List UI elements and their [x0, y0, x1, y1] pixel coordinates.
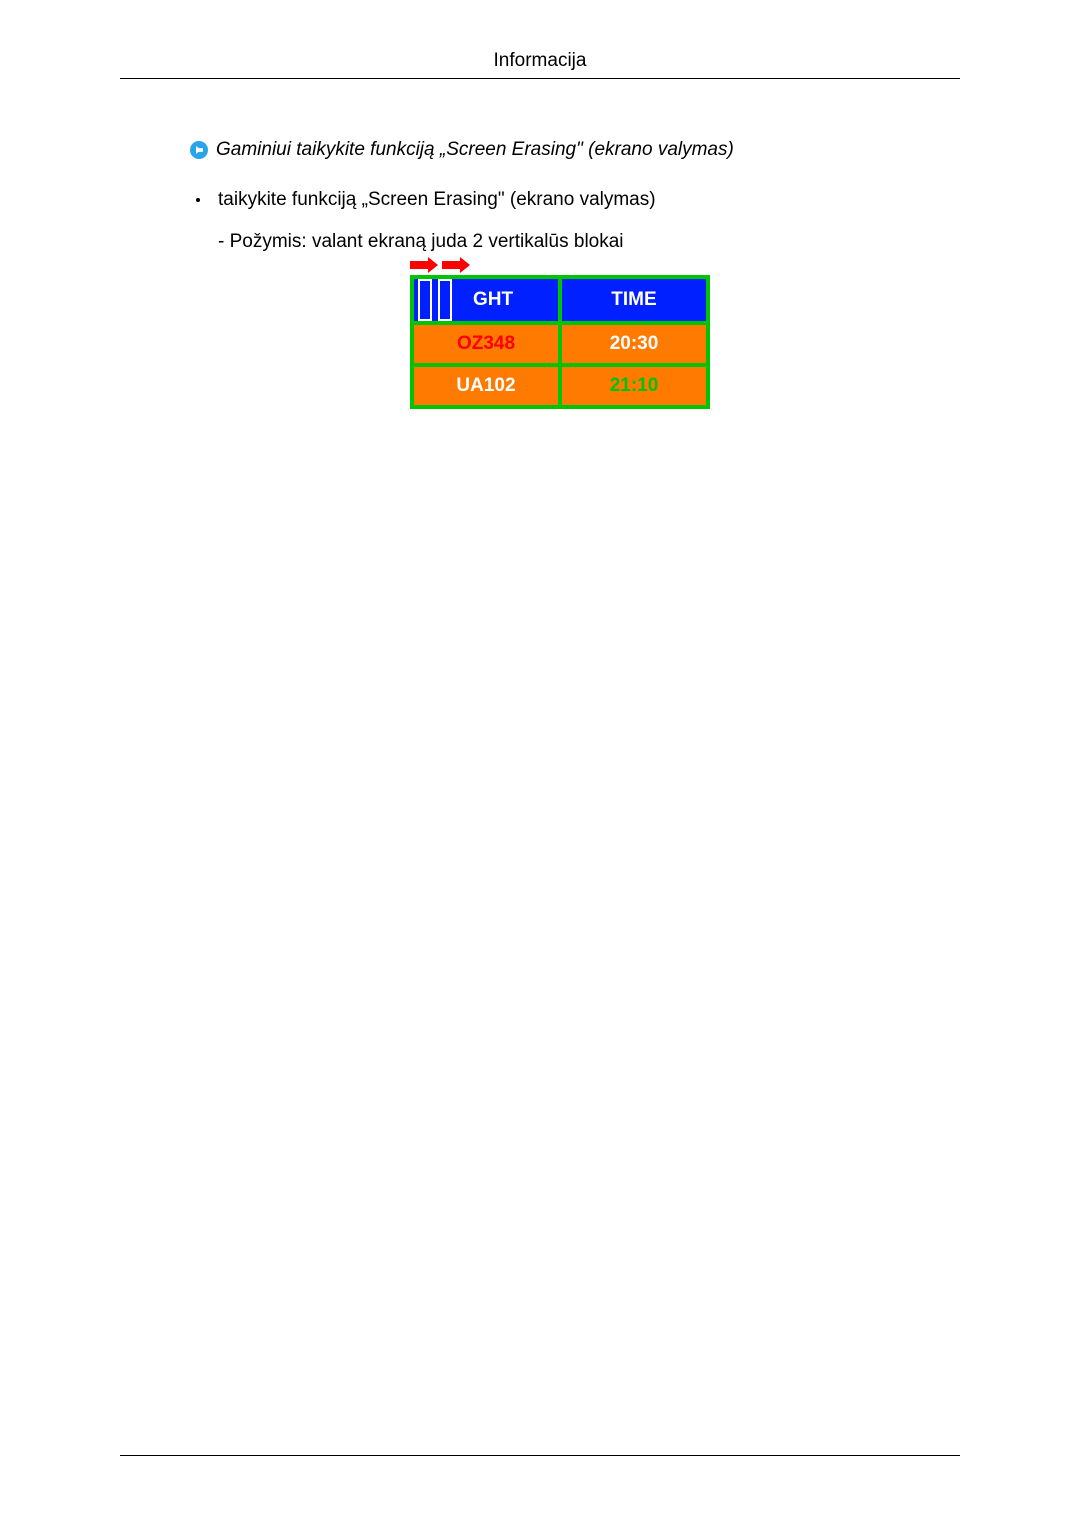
- footer-rule: [120, 1455, 960, 1456]
- table-header-time: TIME: [558, 279, 706, 321]
- red-arrows-row: [410, 257, 960, 273]
- red-arrow-right-icon: [410, 257, 438, 273]
- table-header-row: GHT TIME: [414, 279, 706, 321]
- cell-time-1: 20:30: [558, 321, 706, 363]
- table-row: OZ348 20:30: [414, 321, 706, 363]
- document-content: Gaminiui taikykite funkciją „Screen Eras…: [120, 79, 960, 409]
- example-table: GHT TIME OZ348 20:30 UA102 21:10: [410, 275, 710, 409]
- arrow-right-circle-icon: [190, 141, 208, 159]
- erasing-bars: [418, 279, 452, 321]
- sub-line-text: - Požymis: valant ekraną juda 2 vertikal…: [190, 231, 960, 253]
- cell-time-2: 21:10: [558, 363, 706, 405]
- section-heading: Gaminiui taikykite funkciją „Screen Eras…: [216, 139, 734, 161]
- red-arrow-right-icon: [442, 257, 470, 273]
- section-heading-row: Gaminiui taikykite funkciją „Screen Eras…: [190, 139, 960, 161]
- header-col2-text: TIME: [611, 289, 656, 311]
- erasing-bar-icon: [438, 279, 452, 321]
- erasing-bar-icon: [418, 279, 432, 321]
- cell-flight-2: UA102: [414, 363, 558, 405]
- bullet-dot-icon: [196, 198, 200, 202]
- header-col1-fragment: GHT: [473, 289, 513, 311]
- document-page: Informacija Gaminiui taikykite funkciją …: [120, 50, 960, 409]
- table-header-flight: GHT: [414, 279, 558, 321]
- bullet-item: taikykite funkciją „Screen Erasing" (ekr…: [190, 189, 960, 211]
- table-row: UA102 21:10: [414, 363, 706, 405]
- page-header-title: Informacija: [120, 50, 960, 79]
- bullet-text: taikykite funkciją „Screen Erasing" (ekr…: [218, 189, 656, 211]
- cell-flight-1: OZ348: [414, 321, 558, 363]
